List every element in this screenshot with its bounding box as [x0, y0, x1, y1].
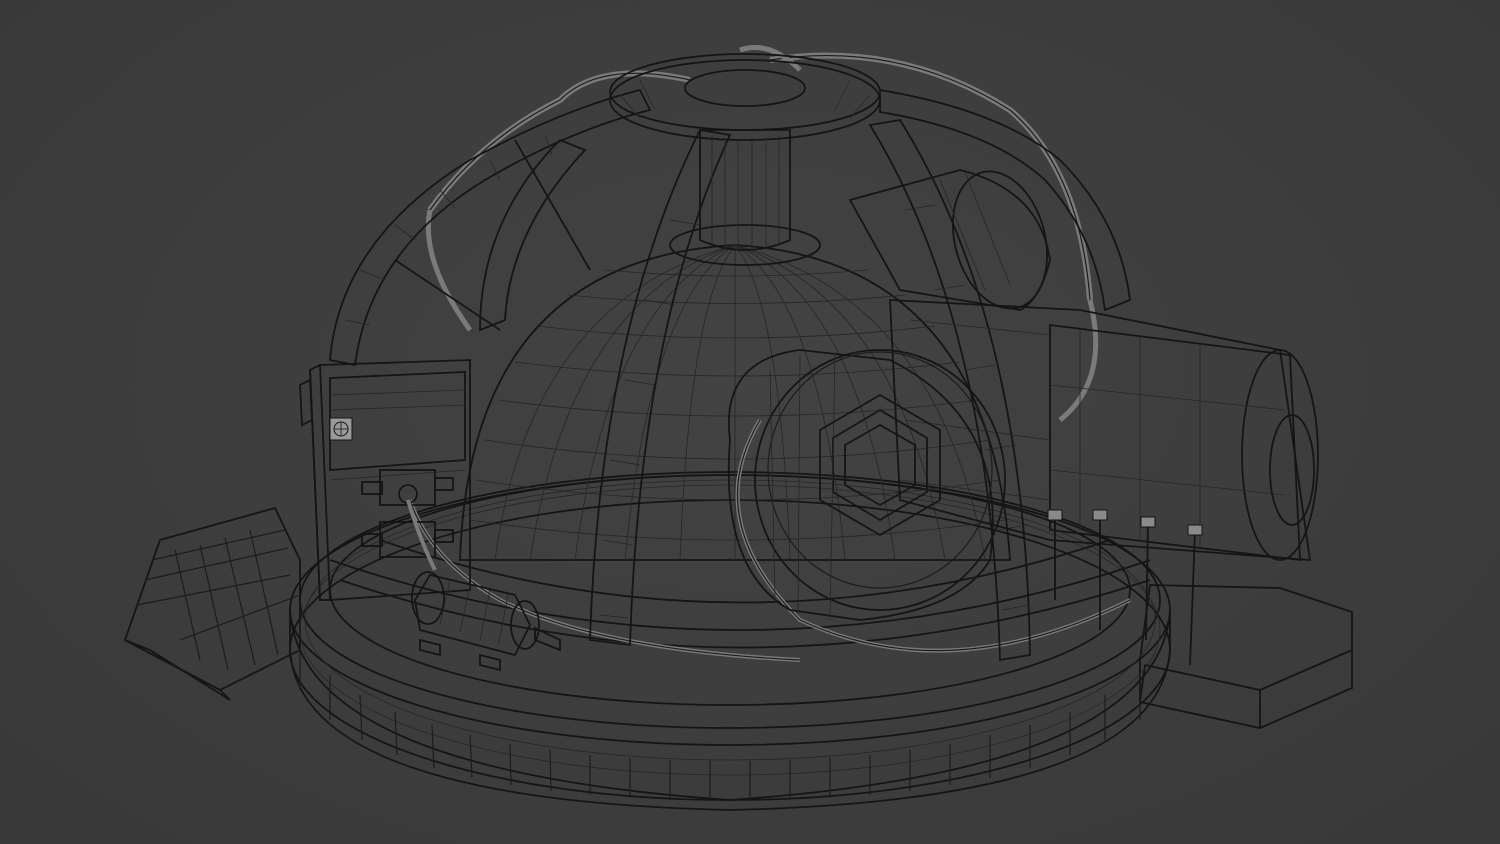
panel-switch-upper — [361, 469, 454, 506]
front-ramp — [123, 506, 301, 701]
model-render — [123, 45, 1353, 811]
cage-ribs — [329, 88, 1131, 662]
globe-icon — [329, 417, 353, 441]
control-panel — [299, 359, 471, 601]
rear-cylinder — [848, 169, 1051, 311]
dome-rings — [329, 539, 1151, 649]
3d-viewport[interactable] — [0, 0, 1500, 844]
dome — [459, 244, 1011, 561]
side-step — [1139, 584, 1353, 729]
top-collar — [609, 53, 881, 266]
